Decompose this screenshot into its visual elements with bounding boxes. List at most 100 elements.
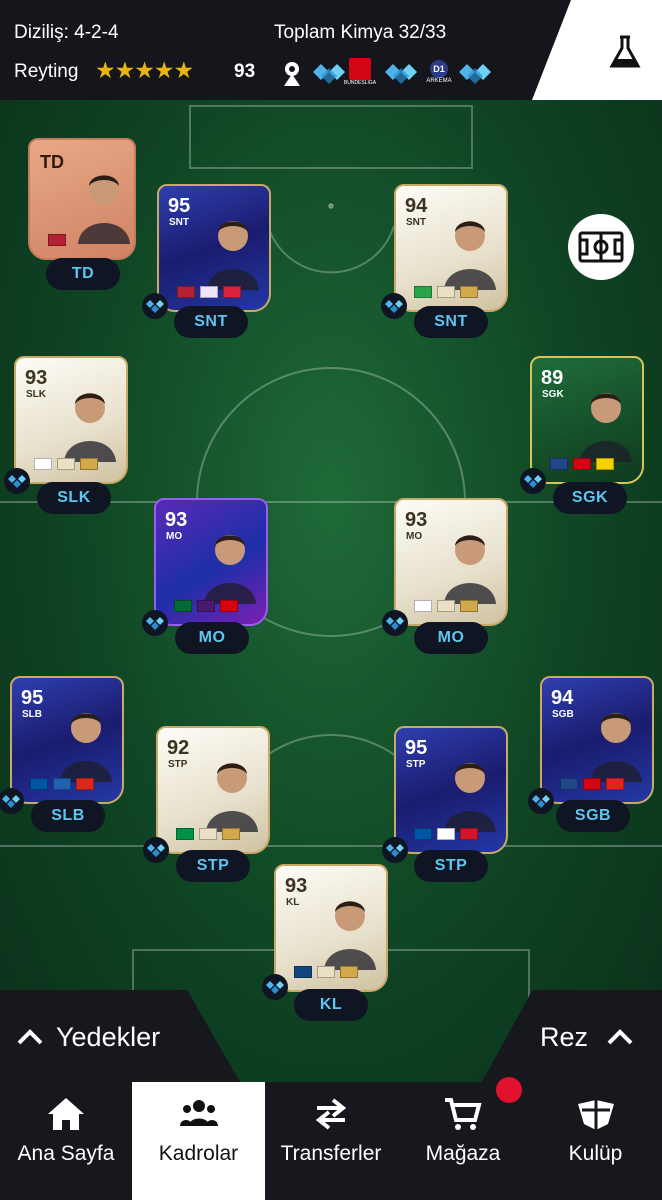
position-label-mo-left[interactable]: MO	[175, 622, 249, 654]
substitutes-label: Yedekler	[56, 1022, 161, 1052]
league-badge	[437, 828, 455, 840]
nav-home[interactable]: Ana Sayfa	[0, 1082, 132, 1200]
club-badge	[76, 778, 94, 790]
bundesliga-logo: BUNDESLIGA	[344, 58, 376, 86]
field-icon	[578, 231, 624, 263]
card-position: SLK	[26, 389, 46, 400]
card-badges	[176, 828, 240, 840]
card-badges	[174, 600, 238, 612]
card-badges	[30, 778, 94, 790]
league-badge	[583, 778, 601, 790]
pitch-view-button[interactable]	[568, 214, 634, 280]
nation-flag	[560, 778, 578, 790]
card-badges	[34, 458, 98, 470]
nav-transfers[interactable]: Transferler	[265, 1082, 397, 1200]
position-label-snt-left[interactable]: SNT	[174, 306, 248, 338]
chem-diamond-icon	[2, 795, 20, 808]
player-card-kl[interactable]: 93 KL	[274, 864, 388, 992]
card-badges	[48, 234, 66, 246]
chem-diamond-icon	[524, 475, 542, 488]
player-card-slk[interactable]: 93 SLK	[14, 356, 128, 484]
player-portrait	[436, 524, 500, 604]
player-card-slb[interactable]: 95 SLB	[10, 676, 124, 804]
rating-stars: ★★★★★	[95, 57, 194, 83]
player-card-stp-left[interactable]: 92 STP	[156, 726, 270, 854]
position-label-slb[interactable]: SLB	[31, 800, 105, 832]
card-position: STP	[168, 759, 188, 770]
position-label-sgk[interactable]: SGK	[553, 482, 627, 514]
nation-flag	[414, 828, 432, 840]
bottom-nav: Ana Sayfa Kadrolar Transferler Mağaza Ku…	[0, 1082, 662, 1200]
chemistry-text: Toplam Kimya 32/33	[274, 22, 447, 43]
club-icon	[577, 1100, 614, 1130]
card-badges	[560, 778, 624, 790]
position-label-td[interactable]: TD	[46, 258, 120, 290]
card-position: SGK	[542, 389, 564, 400]
nation-flag	[294, 966, 312, 978]
league-badge	[53, 778, 71, 790]
player-card-td[interactable]: TD	[28, 138, 136, 260]
chem-diamond-icon	[385, 300, 403, 313]
card-badges	[294, 966, 358, 978]
nav-squads[interactable]: Kadrolar	[132, 1082, 265, 1200]
position-label-slk[interactable]: SLK	[37, 482, 111, 514]
club-badge	[80, 458, 98, 470]
chemistry-indicator	[382, 837, 408, 863]
club-badge	[460, 828, 478, 840]
chemistry-indicator	[142, 293, 168, 319]
rating-value: 93	[234, 61, 256, 82]
position-label-sgb[interactable]: SGB	[556, 800, 630, 832]
cart-icon	[445, 1098, 482, 1130]
pitch: TD TD 95 SNT SNT 94 SNT SNT 93 SLK SLK 89 SGK SGK 93 MO…	[0, 100, 662, 1100]
nation-flag	[550, 458, 568, 470]
chemistry-indicator	[520, 468, 546, 494]
nav-squads-label: Kadrolar	[158, 1142, 239, 1165]
league-badge	[573, 458, 591, 470]
chemistry-indicator	[262, 974, 288, 1000]
chem-diamond-icon	[386, 617, 404, 630]
transfer-arrows-icon	[315, 1098, 347, 1130]
nav-club[interactable]: Kulüp	[529, 1082, 662, 1200]
chemistry-indicator	[528, 788, 554, 814]
chem-diamond-icon	[384, 60, 418, 88]
league-badge	[200, 286, 218, 298]
position-label-stp-left[interactable]: STP	[176, 850, 250, 882]
club-badge	[606, 778, 624, 790]
player-card-sgb[interactable]: 94 SGB	[540, 676, 654, 804]
nation-flag	[176, 828, 194, 840]
chevron-up-icon	[17, 1029, 43, 1045]
player-portrait	[436, 210, 500, 290]
chem-diamond-icon	[147, 844, 165, 857]
player-card-mo-right[interactable]: 93 MO	[394, 498, 508, 626]
chem-diamond-icon	[8, 475, 26, 488]
player-card-stp-right[interactable]: 95 STP	[394, 726, 508, 854]
player-card-snt-right[interactable]: 94 SNT	[394, 184, 508, 312]
squad-header: Diziliş: 4-2-4 Toplam Kimya 32/33 Reytin…	[0, 0, 662, 100]
player-portrait	[70, 164, 134, 244]
chem-diamond-icon	[312, 60, 346, 88]
player-portrait	[436, 752, 500, 832]
player-portrait	[198, 752, 262, 832]
league-badge	[437, 286, 455, 298]
nav-club-label: Kulüp	[568, 1142, 623, 1165]
flask-icon	[609, 35, 641, 68]
card-position: MO	[166, 531, 183, 542]
chem-diamond-icon	[146, 300, 164, 313]
player-card-snt-left[interactable]: 95 SNT	[157, 184, 271, 312]
nation-flag	[30, 778, 48, 790]
league-badge	[437, 600, 455, 612]
chevron-up-icon	[607, 1029, 633, 1045]
card-position: SNT	[406, 217, 426, 228]
card-rating: 93	[25, 367, 48, 389]
card-badges	[177, 286, 241, 298]
position-label-mo-right[interactable]: MO	[414, 622, 488, 654]
position-label-kl[interactable]: KL	[294, 989, 368, 1021]
player-card-mo-left[interactable]: 93 MO	[154, 498, 268, 626]
position-label-snt-right[interactable]: SNT	[414, 306, 488, 338]
league-badge	[199, 828, 217, 840]
position-label-stp-right[interactable]: STP	[414, 850, 488, 882]
d1-arkema-logo: D1 ARKEMA	[422, 58, 456, 86]
player-card-sgk[interactable]: 89 SGK	[530, 356, 644, 484]
card-rating: 92	[167, 737, 190, 759]
chemistry-lab-button[interactable]	[532, 0, 662, 100]
